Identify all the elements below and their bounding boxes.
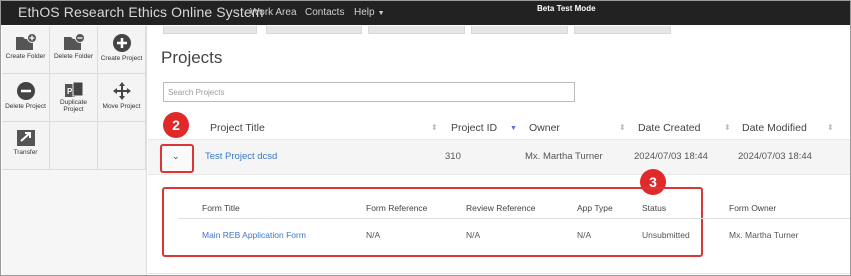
nav-contacts[interactable]: Contacts bbox=[305, 7, 344, 18]
empty-tool-slot bbox=[50, 122, 98, 170]
project-owner-cell: Mx. Martha Turner bbox=[525, 151, 603, 162]
delete-folder-button[interactable]: Delete Folder bbox=[50, 26, 98, 74]
sort-icon[interactable]: ⬍ bbox=[724, 123, 731, 132]
form-reference-cell: N/A bbox=[366, 230, 381, 240]
empty-tool-slot bbox=[98, 122, 146, 170]
create-project-button[interactable]: Create Project bbox=[98, 26, 146, 74]
create-folder-icon bbox=[15, 33, 37, 50]
project-id-cell: 310 bbox=[445, 151, 461, 162]
app-window: EthOS Research Ethics Online System Work… bbox=[0, 0, 851, 276]
tool-label: Delete Folder bbox=[53, 53, 94, 60]
transfer-icon bbox=[16, 130, 35, 146]
nav-help[interactable]: Help ▼ bbox=[354, 7, 385, 18]
col-status: Status bbox=[642, 203, 667, 213]
sort-icon[interactable]: ⬍ bbox=[431, 123, 438, 132]
top-navbar: EthOS Research Ethics Online System Work… bbox=[1, 1, 850, 25]
form-title-link[interactable]: Main REB Application Form bbox=[202, 230, 306, 240]
tool-label: Transfer bbox=[13, 149, 38, 156]
create-folder-button[interactable]: Create Folder bbox=[2, 26, 50, 74]
form-owner-cell: Mx. Martha Turner bbox=[729, 230, 799, 240]
folder-tab[interactable] bbox=[574, 26, 671, 34]
col-project-id[interactable]: Project ID bbox=[451, 122, 497, 134]
col-date-modified[interactable]: Date Modified bbox=[742, 122, 807, 134]
expand-row-button[interactable]: ⌄ bbox=[160, 144, 194, 173]
forms-highlight-box bbox=[162, 187, 703, 257]
col-owner[interactable]: Owner bbox=[529, 122, 560, 134]
delete-folder-icon bbox=[63, 33, 85, 50]
duplicate-project-icon: P bbox=[64, 81, 83, 97]
sort-desc-icon[interactable]: ▼ bbox=[510, 125, 517, 132]
date-created-cell: 2024/07/03 18:44 bbox=[634, 151, 708, 162]
col-project-title[interactable]: Project Title bbox=[210, 122, 265, 134]
delete-project-button[interactable]: Delete Project bbox=[2, 74, 50, 122]
move-project-icon bbox=[112, 82, 131, 100]
col-form-owner: Form Owner bbox=[729, 203, 777, 213]
folder-tab[interactable] bbox=[471, 26, 568, 34]
col-app-type: App Type bbox=[577, 203, 613, 213]
page-title: Projects bbox=[161, 48, 223, 67]
sort-icon[interactable]: ⬍ bbox=[619, 123, 626, 132]
search-projects-input[interactable] bbox=[163, 82, 575, 102]
divider bbox=[148, 273, 850, 274]
folder-tab[interactable] bbox=[163, 26, 257, 34]
svg-text:P: P bbox=[67, 87, 73, 96]
folder-tab[interactable] bbox=[266, 26, 362, 34]
tool-label: Create Project bbox=[100, 55, 143, 62]
folder-tab[interactable] bbox=[368, 26, 465, 34]
col-form-reference: Form Reference bbox=[366, 203, 428, 213]
col-form-title: Form Title bbox=[202, 203, 240, 213]
app-brand[interactable]: EthOS Research Ethics Online System bbox=[18, 4, 264, 20]
review-reference-cell: N/A bbox=[466, 230, 481, 240]
transfer-button[interactable]: Transfer bbox=[2, 122, 50, 170]
callout-badge-2: 2 bbox=[163, 112, 189, 138]
chevron-down-icon: ⌄ bbox=[172, 151, 180, 161]
col-date-created[interactable]: Date Created bbox=[638, 122, 700, 134]
beta-mode-label: Beta Test Mode bbox=[537, 4, 596, 13]
duplicate-project-button[interactable]: P Duplicate Project bbox=[50, 74, 98, 122]
divider bbox=[178, 218, 850, 219]
main-content: Projects Project Title ⬍ Project ID ▼ Ow… bbox=[148, 26, 850, 275]
tool-label: Move Project bbox=[102, 103, 141, 110]
move-project-button[interactable]: Move Project bbox=[98, 74, 146, 122]
tool-label: Delete Project bbox=[5, 103, 46, 110]
tool-label: Create Folder bbox=[5, 53, 46, 60]
col-review-reference: Review Reference bbox=[466, 203, 536, 213]
caret-down-icon: ▼ bbox=[377, 10, 385, 17]
nav-help-label: Help bbox=[354, 7, 375, 18]
create-project-icon bbox=[112, 34, 131, 52]
sort-icon[interactable]: ⬍ bbox=[827, 123, 834, 132]
delete-project-icon bbox=[16, 82, 35, 100]
status-cell: Unsubmitted bbox=[642, 230, 690, 240]
date-modified-cell: 2024/07/03 18:44 bbox=[738, 151, 812, 162]
project-title-link[interactable]: Test Project dcsd bbox=[205, 151, 277, 162]
nav-work-area[interactable]: Work Area bbox=[250, 7, 297, 18]
project-toolbar: Create Folder Delete Folder Create Proje… bbox=[2, 26, 147, 275]
tool-label: Duplicate Project bbox=[59, 99, 88, 113]
app-type-cell: N/A bbox=[577, 230, 592, 240]
